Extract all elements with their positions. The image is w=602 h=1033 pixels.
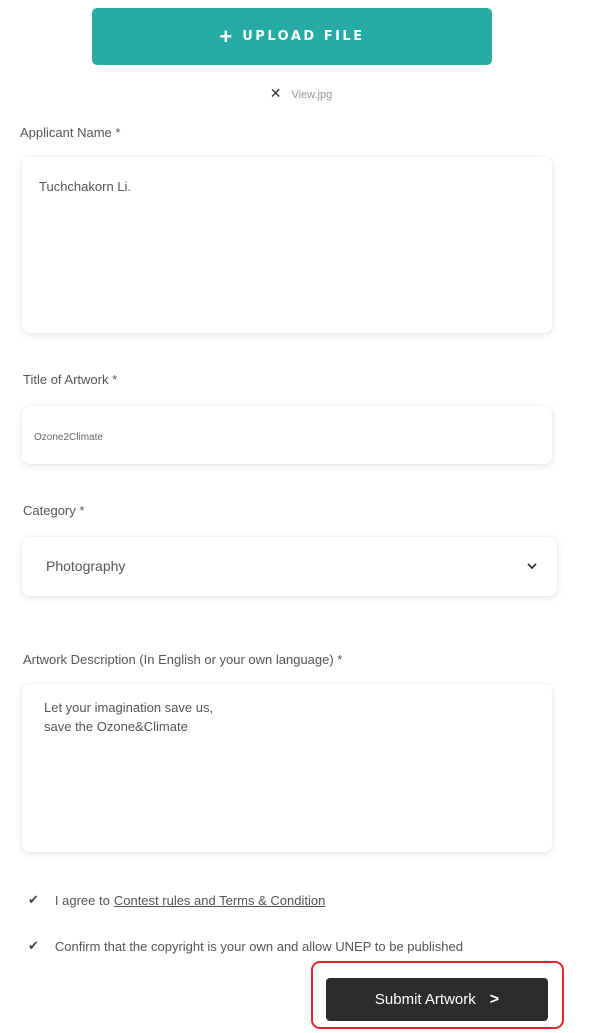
title-value: Ozone2Climate [34,432,103,443]
file-name: View.jpg [291,89,333,101]
agreement-terms-text: I agree to [54,892,110,908]
description-value: Let your imagination save us, save the O… [44,700,214,734]
plus-icon: + [219,23,233,49]
description-label: Artwork Description (In English or your … [23,652,343,667]
submit-artwork-button[interactable]: Submit Artwork > [326,978,548,1021]
check-icon[interactable]: ✔ [28,892,39,908]
agreement-copyright-text: Confirm that the copyright is your own a… [54,938,463,954]
title-label: Title of Artwork * [23,372,118,387]
check-icon[interactable]: ✔ [28,938,39,954]
chevron-right-icon: > [489,990,500,1008]
upload-file-label: UPLOAD FILE [242,29,365,44]
applicant-name-label: Applicant Name * [20,125,121,140]
chevron-down-icon [527,563,537,570]
upload-file-button[interactable]: + UPLOAD FILE [92,8,492,65]
title-field[interactable]: Ozone2Climate [22,406,552,464]
category-select[interactable]: Photography [22,537,557,596]
applicant-name-value: Tuchchakorn Li. [39,179,132,194]
terms-link[interactable]: Contest rules and Terms & Condition [114,893,325,908]
agreement-terms[interactable]: ✔ I agree to Contest rules and Terms & C… [28,892,325,908]
close-icon[interactable]: ✕ [270,85,282,101]
category-label: Category * [23,503,85,518]
applicant-name-field[interactable]: Tuchchakorn Li. [22,157,552,333]
uploaded-file: ✕ View.jpg [0,85,602,102]
submit-label: Submit Artwork [374,991,476,1008]
category-value: Photography [46,558,126,574]
agreement-copyright[interactable]: ✔ Confirm that the copyright is your own… [28,938,463,954]
description-field[interactable]: Let your imagination save us, save the O… [22,684,552,852]
